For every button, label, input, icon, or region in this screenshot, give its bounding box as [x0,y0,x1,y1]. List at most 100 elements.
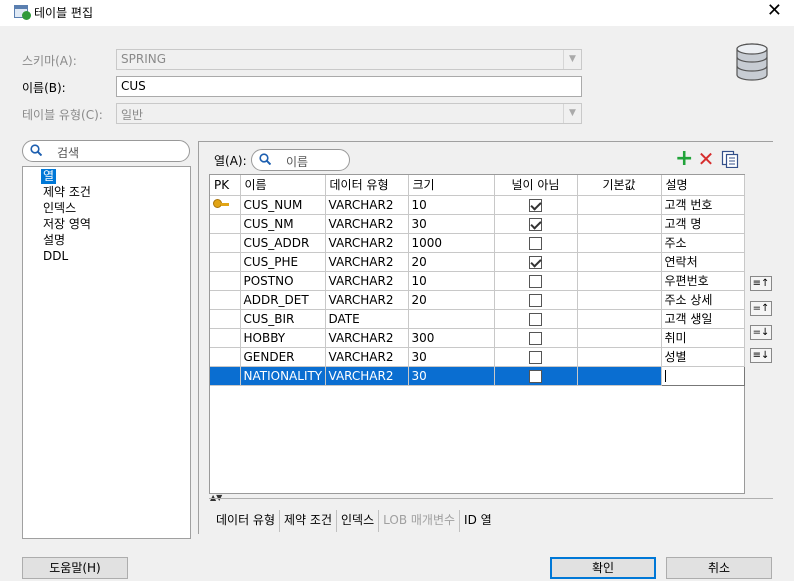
size-cell[interactable]: 30 [408,347,495,367]
header-name[interactable]: 이름 [240,175,326,196]
size-cell[interactable] [408,309,495,329]
comment-cell[interactable] [660,365,745,386]
header-comment[interactable]: 설명 [661,175,745,196]
default-cell[interactable] [577,309,662,329]
pk-cell[interactable] [210,309,241,329]
comment-cell[interactable]: 주소 상세 [661,290,745,310]
data-type-cell[interactable]: VARCHAR2 [325,366,409,386]
column-name-cell[interactable]: POSTNO [240,271,326,291]
nav-search-input[interactable]: 검색 [22,140,190,162]
move-bottom-button[interactable]: ≡↓ [750,348,772,363]
default-cell[interactable] [577,271,662,291]
header-pk[interactable]: PK [210,175,241,196]
not-null-checkbox[interactable] [529,350,542,364]
move-up-button[interactable]: =↑ [750,301,772,316]
size-cell[interactable]: 30 [408,214,495,234]
size-cell[interactable]: 10 [408,195,495,215]
pk-cell[interactable] [210,271,241,291]
column-name-cell[interactable]: CUS_NUM [240,195,326,215]
default-cell[interactable] [577,347,662,367]
pk-cell[interactable] [210,366,241,386]
table-row[interactable]: GENDER VARCHAR2 30 성별 [210,347,745,367]
column-name-cell[interactable]: CUS_BIR [240,309,326,329]
table-row[interactable]: CUS_NUM VARCHAR2 10 고객 번호 [210,195,745,215]
comment-cell[interactable]: 고객 번호 [661,195,745,215]
help-button[interactable]: 도움말(H) [22,557,128,579]
move-down-button[interactable]: =↓ [750,325,772,340]
default-cell[interactable] [577,233,662,253]
default-cell[interactable] [577,366,662,386]
default-cell[interactable] [577,252,662,272]
size-cell[interactable]: 10 [408,271,495,291]
pk-cell[interactable] [210,328,241,348]
column-name-cell[interactable]: GENDER [240,347,326,367]
column-name-cell[interactable]: HOBBY [240,328,326,348]
not-null-checkbox[interactable] [529,198,542,212]
move-top-button[interactable]: ≡↑ [750,276,772,291]
header-not-null[interactable]: 널이 아님 [494,175,578,196]
cancel-button[interactable]: 취소 [666,557,772,579]
table-row[interactable]: ADDR_DET VARCHAR2 20 주소 상세 [210,290,745,310]
pk-cell[interactable] [210,290,241,310]
default-cell[interactable] [577,290,662,310]
comment-cell[interactable]: 취미 [661,328,745,348]
copy-column-icon[interactable] [721,150,739,168]
tab-index[interactable]: 인덱스 [337,510,380,532]
delete-column-icon[interactable]: ✕ [697,149,715,169]
size-cell[interactable]: 1000 [408,233,495,253]
tab-identity-column[interactable]: ID 열 [460,510,496,532]
data-type-cell[interactable]: VARCHAR2 [325,328,409,348]
column-name-cell[interactable]: CUS_NM [240,214,326,234]
table-row[interactable]: POSTNO VARCHAR2 10 우편번호 [210,271,745,291]
default-cell[interactable] [577,328,662,348]
column-name-cell[interactable]: ADDR_DET [240,290,326,310]
size-cell[interactable]: 300 [408,328,495,348]
header-size[interactable]: 크기 [408,175,495,196]
table-row[interactable]: NATIONALITY VARCHAR2 30 [210,365,745,386]
table-name-input[interactable]: CUS [116,76,582,97]
default-cell[interactable] [577,214,662,234]
default-cell[interactable] [577,195,662,215]
comment-cell[interactable]: 연락처 [661,252,745,272]
nav-item-ddl[interactable]: DDL [43,249,68,264]
data-type-cell[interactable]: VARCHAR2 [325,195,409,215]
data-type-cell[interactable]: VARCHAR2 [325,271,409,291]
nav-item-columns[interactable]: 열 [41,169,57,184]
table-row[interactable]: CUS_PHE VARCHAR2 20 연락처 [210,252,745,272]
table-row[interactable]: CUS_ADDR VARCHAR2 1000 주소 [210,233,745,253]
comment-cell[interactable]: 주소 [661,233,745,253]
not-null-checkbox[interactable] [529,331,542,345]
nav-item-comment[interactable]: 설명 [43,233,65,248]
table-row[interactable]: CUS_BIR DATE 고객 생일 [210,309,745,329]
table-row[interactable]: HOBBY VARCHAR2 300 취미 [210,328,745,348]
size-cell[interactable]: 20 [408,252,495,272]
data-type-cell[interactable]: VARCHAR2 [325,347,409,367]
pk-cell[interactable] [210,347,241,367]
data-type-cell[interactable]: DATE [325,309,409,329]
tab-constraints[interactable]: 제약 조건 [280,510,337,532]
pk-cell[interactable] [210,252,241,272]
not-null-checkbox[interactable] [529,255,542,269]
column-name-cell[interactable]: CUS_PHE [240,252,326,272]
comment-cell[interactable]: 고객 생일 [661,309,745,329]
add-column-icon[interactable]: + [675,148,693,170]
data-type-cell[interactable]: VARCHAR2 [325,252,409,272]
not-null-checkbox[interactable] [529,217,542,231]
pk-cell[interactable] [210,214,241,234]
comment-cell[interactable]: 우편번호 [661,271,745,291]
column-search-input[interactable]: 이름 [251,149,350,171]
table-row[interactable]: CUS_NM VARCHAR2 30 고객 명 [210,214,745,234]
not-null-checkbox[interactable] [529,293,542,307]
column-name-cell[interactable]: NATIONALITY [240,366,326,386]
not-null-checkbox[interactable] [529,312,542,326]
comment-cell[interactable]: 성별 [661,347,745,367]
nav-item-storage[interactable]: 저장 영역 [43,217,91,232]
not-null-checkbox[interactable] [529,369,542,383]
ok-button[interactable]: 확인 [550,557,656,579]
nav-item-constraints[interactable]: 제약 조건 [43,185,91,200]
not-null-checkbox[interactable] [529,274,542,288]
data-type-cell[interactable]: VARCHAR2 [325,214,409,234]
tab-data-type[interactable]: 데이터 유형 [212,510,281,532]
header-default[interactable]: 기본값 [577,175,662,196]
size-cell[interactable]: 20 [408,290,495,310]
